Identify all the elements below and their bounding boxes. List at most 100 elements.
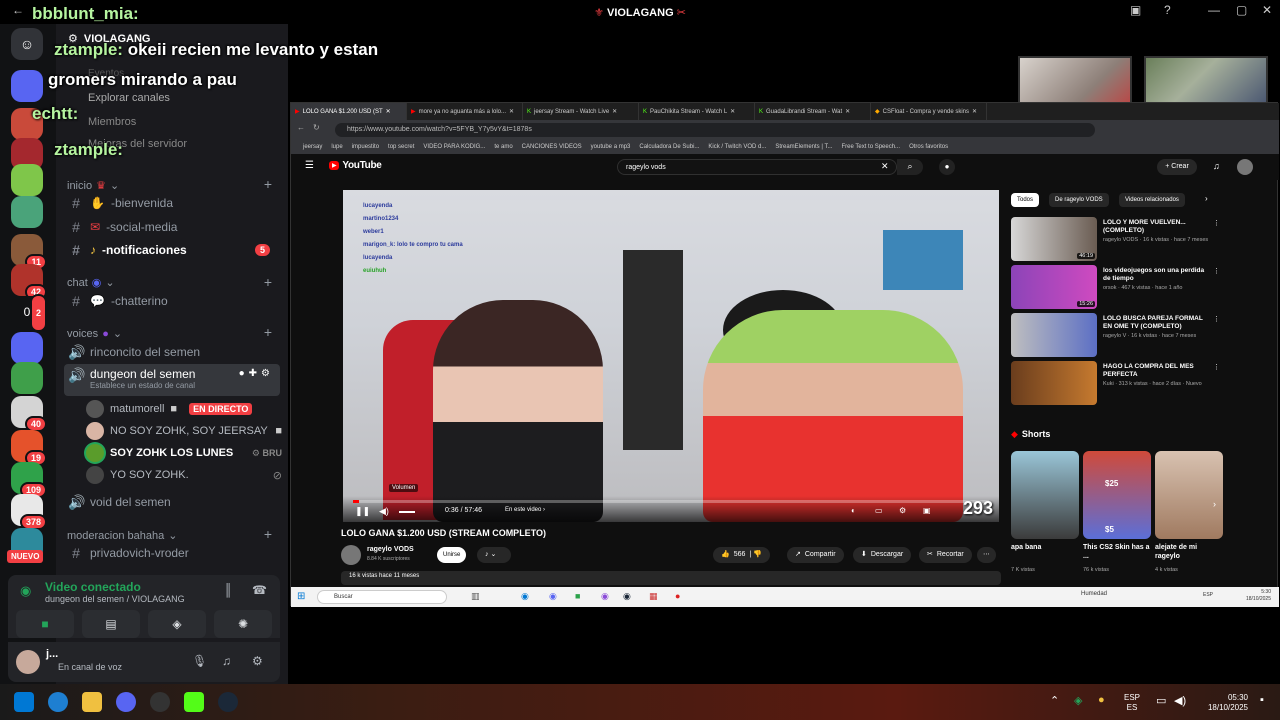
channel-privadovich[interactable]: # privadovich-vroder <box>64 542 280 564</box>
file-explorer-icon[interactable] <box>82 692 102 712</box>
more-icon[interactable]: ⋮ <box>1213 363 1220 371</box>
category-voices[interactable]: voices ● ⌄ <box>67 327 122 341</box>
add-channel-icon[interactable]: + <box>264 274 272 290</box>
channel-name[interactable]: rageylo VODS <box>367 546 414 553</box>
server-icon[interactable] <box>11 362 43 394</box>
chevron-right-icon[interactable]: › <box>1205 194 1208 203</box>
short-thumbnail[interactable]: $25 $5 <box>1083 451 1151 539</box>
voice-user[interactable]: SOY ZOHK LOS LUNES ⚙ BRU <box>86 443 282 463</box>
miniplayer-icon[interactable]: ▣ <box>923 506 931 515</box>
voice-user[interactable]: matumorell ■ EN DIRECTO <box>86 399 282 419</box>
join-button[interactable]: Unirse <box>437 547 467 563</box>
bookmark[interactable]: VIDEO PARA KODIG... <box>423 144 485 150</box>
maximize-icon[interactable]: ▢ <box>1236 3 1247 17</box>
network-icon[interactable]: ▭ <box>1156 694 1166 707</box>
bookmark[interactable]: top secret <box>388 144 414 150</box>
tray-app-icon[interactable]: ◈ <box>1074 694 1082 707</box>
server-icon[interactable]: 109 <box>11 462 47 498</box>
microphone-icon[interactable]: 🎙 <box>192 654 207 668</box>
more-icon[interactable]: ⋮ <box>1213 267 1220 275</box>
browser-tab[interactable]: Kjeersay Stream - Watch Live ✕ <box>523 103 639 120</box>
pause-button[interactable]: ❚❚ <box>355 506 370 517</box>
channel-bienvenida[interactable]: # ✋ -bienvenida <box>64 192 280 214</box>
noise-suppression-icon[interactable]: ║ <box>224 583 233 597</box>
weather-widget[interactable]: Humedad <box>1081 591 1107 597</box>
settings-icon[interactable]: ⚙ <box>899 506 906 515</box>
subtitles-icon[interactable]: ▭ <box>875 506 883 515</box>
signal-icon[interactable]: ◉ <box>20 583 31 599</box>
volume-icon[interactable]: ◀) <box>1174 694 1186 707</box>
minimize-icon[interactable]: — <box>1208 3 1220 17</box>
create-button[interactable]: + Crear <box>1157 159 1197 175</box>
youtube-logo[interactable]: ▶ YouTube <box>329 160 382 171</box>
reload-icon[interactable]: ↻ <box>313 123 320 132</box>
notifications-icon[interactable]: ♫ <box>1213 161 1220 171</box>
menu-item-browse-channels[interactable]: Explorar canales <box>88 92 170 104</box>
add-channel-icon[interactable]: + <box>264 324 272 340</box>
more-icon[interactable]: ⋯ <box>977 547 996 563</box>
bookmark[interactable]: Free Text to Speech... <box>841 144 900 150</box>
activities-button[interactable]: ◈ <box>148 610 206 638</box>
recommended-video[interactable]: 15:26 los videojuegos son una perdida de… <box>1011 265 1221 309</box>
discord-icon[interactable] <box>116 692 136 712</box>
channel-avatar[interactable] <box>341 545 361 565</box>
voice-channel-void[interactable]: 🔊 void del semen <box>64 491 280 513</box>
bookmark-other[interactable]: Otros favoritos <box>909 144 948 150</box>
browser-tab[interactable]: ▶ more ya no aguanta más a lolo... ✕ <box>407 103 523 120</box>
bookmark[interactable]: StreamElements | T... <box>775 144 832 150</box>
discord-icon[interactable]: ◉ <box>549 591 557 602</box>
steam-icon[interactable]: ◉ <box>623 591 631 602</box>
browser-tab[interactable]: ▶ LOLO GANA $1.200 USD (ST ✕ <box>291 103 407 120</box>
browser-tab[interactable]: K GuadaLibrandi Stream - Wat ✕ <box>755 103 871 120</box>
obs-icon[interactable] <box>150 692 170 712</box>
discord-home-icon[interactable]: ☺ <box>11 28 43 60</box>
search-button[interactable]: ⌕ <box>897 159 923 175</box>
add-channel-icon[interactable]: + <box>264 526 272 542</box>
browser-tab[interactable]: K PauChikita Stream - Watch L ✕ <box>639 103 755 120</box>
windows-start-icon[interactable]: ⊞ <box>297 591 305 602</box>
more-icon[interactable]: ⋮ <box>1213 315 1220 323</box>
browser-tab[interactable]: ◆ CSFloat - Compra y vende skins ✕ <box>871 103 987 120</box>
disconnect-icon[interactable]: ☎ <box>252 583 267 597</box>
more-icon[interactable]: ⋮ <box>1213 219 1220 227</box>
download-button[interactable]: ⬇ Descargar <box>853 547 912 563</box>
category-moderacion[interactable]: moderacion bahaha ⌄ <box>67 529 177 543</box>
clear-search-icon[interactable]: ✕ <box>881 161 889 172</box>
bookmark[interactable]: te amo <box>494 144 512 150</box>
recommended-video[interactable]: HAGO LA COMPRA DEL MES PERFECTA Kuki · 3… <box>1011 361 1221 405</box>
microphone-icon[interactable]: ● <box>939 159 955 175</box>
language-indicator[interactable]: ESP ES <box>1124 693 1140 713</box>
chapters-button[interactable]: En este video › <box>505 507 545 513</box>
bookmark[interactable]: Kick / Twitch VOD d... <box>708 144 766 150</box>
channel-social-media[interactable]: # ✉ -social-media <box>64 216 280 238</box>
short-title[interactable]: apa bana <box>1011 543 1079 552</box>
video-player[interactable]: lucayenda martino1234 weber1 marigon_k: … <box>343 190 999 522</box>
task-view-icon[interactable]: ▥ <box>471 591 480 602</box>
server-icon[interactable] <box>11 196 43 228</box>
bookmark[interactable]: jeersay <box>303 144 322 150</box>
bookmark[interactable]: lupe <box>331 144 342 150</box>
chevron-up-icon[interactable]: ⌃ <box>1050 694 1059 707</box>
like-button[interactable]: 👍 566 | 👎 <box>713 547 770 563</box>
channel-status[interactable]: Establece un estado de canal <box>90 381 195 390</box>
subscribe-bell-button[interactable]: ♪ ⌄ <box>477 547 511 563</box>
server-icon[interactable]: 42 <box>11 264 47 300</box>
channel-notificaciones[interactable]: # ♪ -notificaciones 5 <box>64 239 280 261</box>
server-icon[interactable]: 11 <box>11 234 47 270</box>
server-icon[interactable]: 02 <box>11 294 47 332</box>
microphone-icon[interactable]: ● <box>1098 694 1105 706</box>
bookmark[interactable]: impuestito <box>352 144 379 150</box>
server-icon[interactable]: 40 <box>11 396 47 432</box>
short-title[interactable]: alejate de mi rageylo <box>1155 543 1223 561</box>
share-button[interactable]: ↗ Compartir <box>787 547 844 563</box>
edge-icon[interactable] <box>48 692 68 712</box>
server-icon[interactable] <box>11 70 43 102</box>
taskbar-search[interactable]: Buscar <box>317 590 447 604</box>
voice-channel-dungeon[interactable]: 🔊 dungeon del semen Establece un estado … <box>64 364 280 396</box>
voice-location[interactable]: dungeon del semen / VIOLAGANG <box>45 594 185 604</box>
avatar[interactable] <box>16 650 40 674</box>
menu-icon[interactable]: ☰ <box>305 160 314 171</box>
channel-chatterino[interactable]: # 💬 -chatterino <box>64 290 280 312</box>
server-icon[interactable] <box>11 164 43 196</box>
progress-bar[interactable] <box>353 500 989 503</box>
